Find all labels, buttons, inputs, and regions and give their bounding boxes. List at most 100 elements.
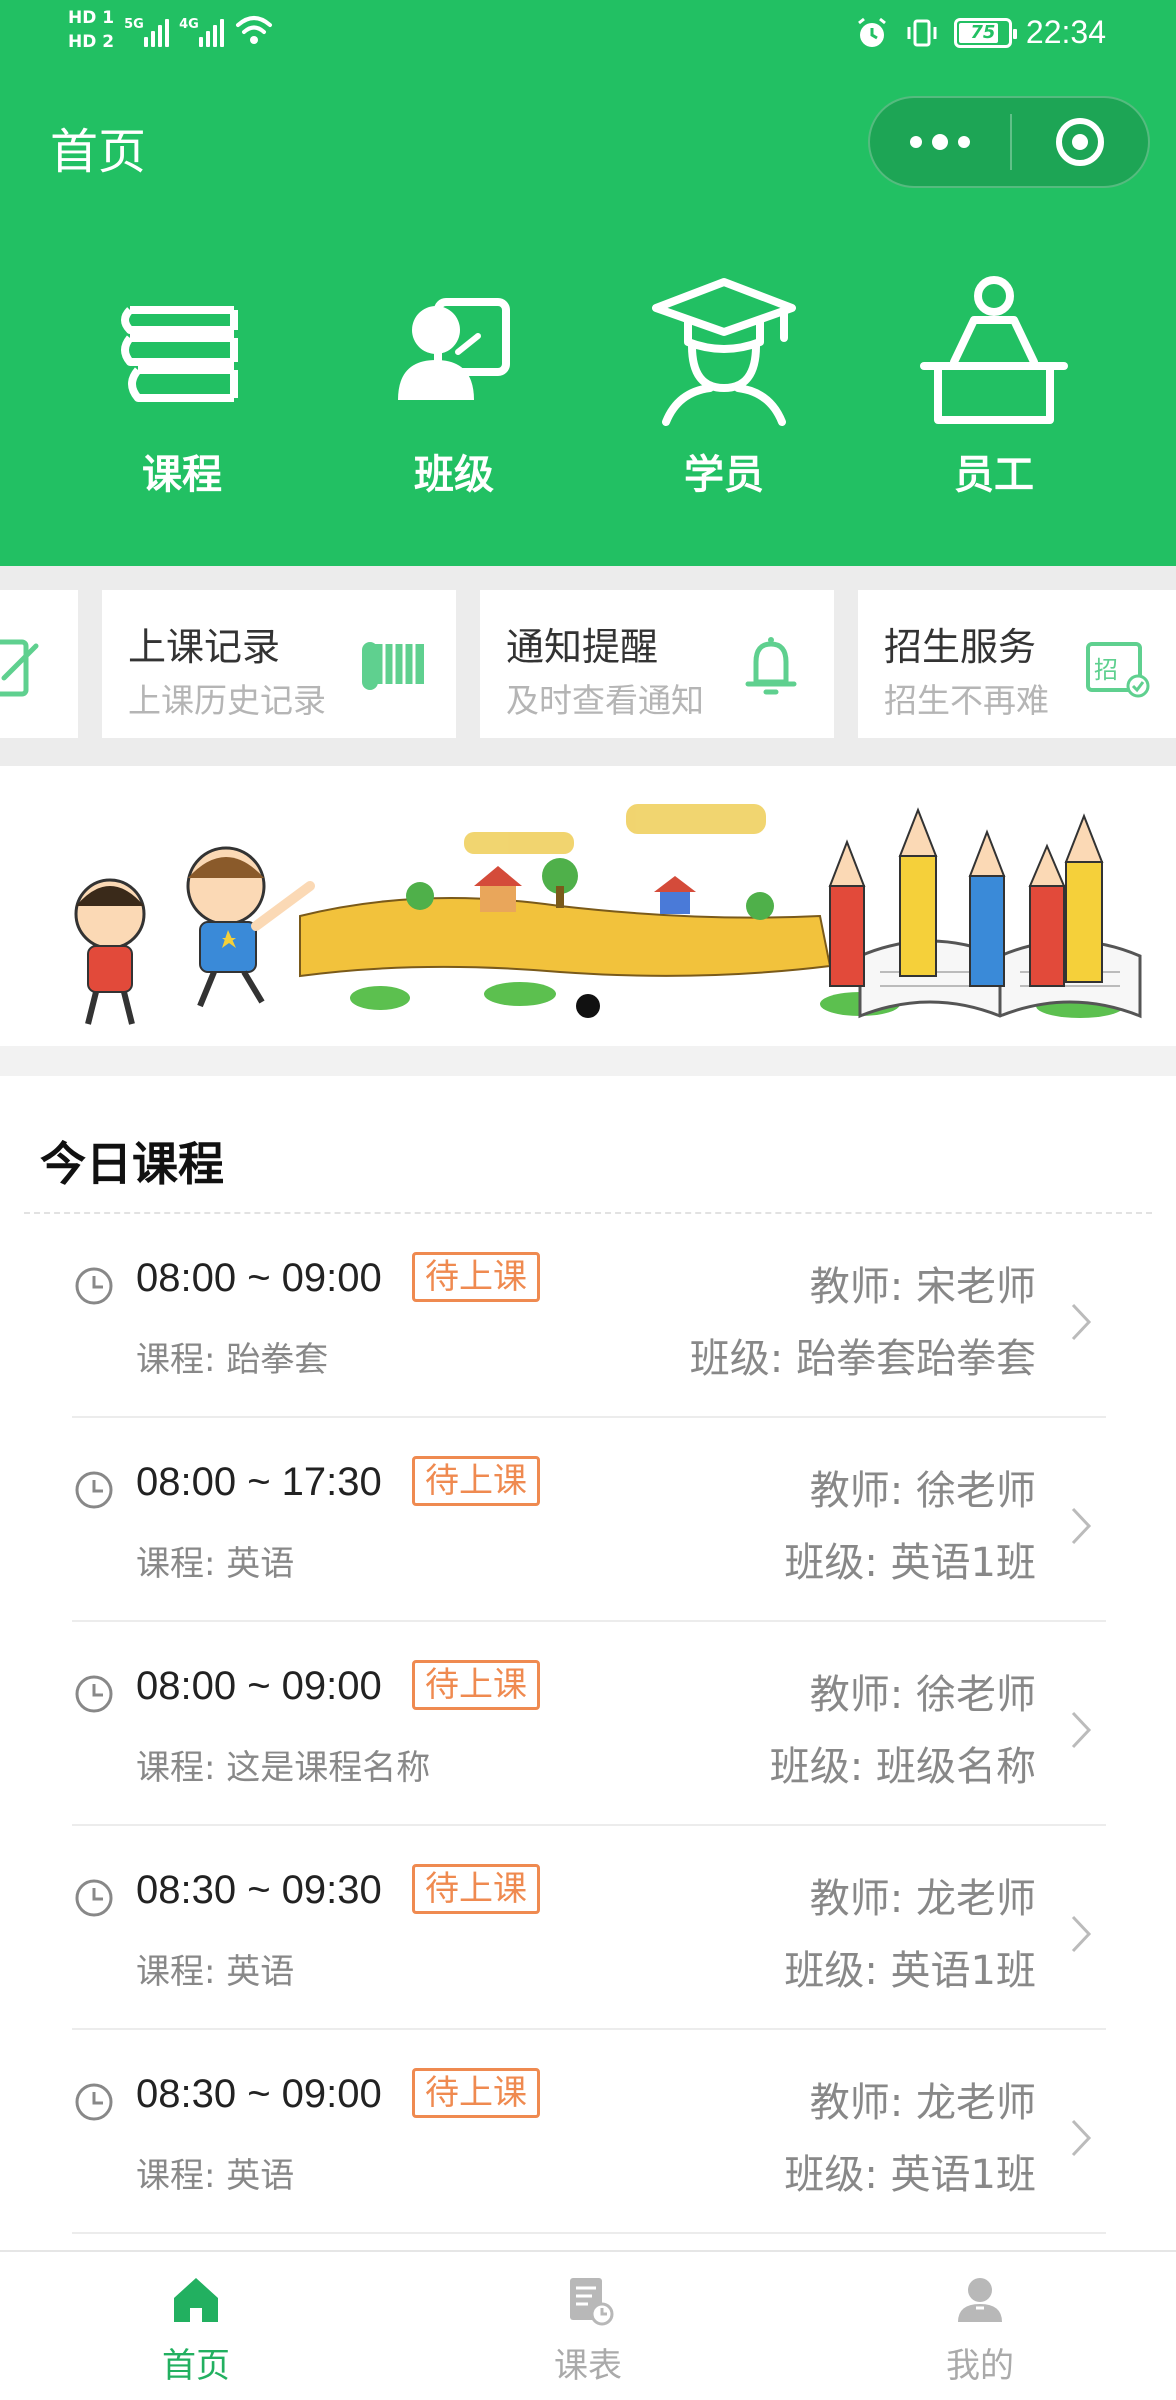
course-name: 课程: 英语 xyxy=(136,2156,295,2196)
status-right: 75 22:34 xyxy=(854,14,1106,51)
page-title: 首页 xyxy=(50,124,147,180)
course-list: 08:00 ~ 09:00 待上课 课程: 跆拳套 教师: 宋老师 班级: 跆拳… xyxy=(0,1214,1176,2234)
clock-time: 22:34 xyxy=(1025,14,1106,50)
clock-icon xyxy=(75,1471,113,1509)
clock-icon xyxy=(75,1879,113,1917)
bell-icon xyxy=(745,637,797,695)
course-status-badge: 待上课 xyxy=(412,1864,540,1914)
nav-item-student[interactable]: 学员 xyxy=(624,272,824,512)
course-class: 班级: 班级名称 xyxy=(769,1744,1036,1790)
chevron-right-icon xyxy=(1071,1303,1092,1341)
quick-card-subtitle: 招生不再难 xyxy=(884,681,1049,720)
promo-banner[interactable] xyxy=(0,766,1176,1046)
kids-figure xyxy=(74,846,315,1025)
vibrate-icon xyxy=(907,19,937,46)
more-dot-icon xyxy=(958,136,970,148)
hd2-indicator: HD 2 xyxy=(68,32,115,52)
quick-card-notification[interactable]: 通知提醒 及时查看通知 xyxy=(480,590,834,738)
nav-label-staff: 员工 xyxy=(954,452,1034,498)
course-class: 班级: 英语1班 xyxy=(784,2152,1036,2198)
clock-icon xyxy=(75,1267,113,1305)
battery-level: 75 xyxy=(970,22,996,43)
course-teacher: 教师: 龙老师 xyxy=(809,1876,1036,1922)
course-row[interactable]: 08:30 ~ 09:00 待上课 课程: 英语 教师: 龙老师 班级: 英语1… xyxy=(72,2030,1106,2234)
chevron-right-icon xyxy=(1071,2119,1092,2157)
course-teacher: 教师: 徐老师 xyxy=(809,1672,1036,1718)
signal-4g-icon: 4G xyxy=(179,13,225,47)
clock-icon xyxy=(75,2083,113,2121)
status-left: HD 1 HD 2 5G 4G xyxy=(68,8,274,52)
mini-program-capsule xyxy=(868,96,1150,188)
record-icon xyxy=(362,642,424,690)
svg-text:招: 招 xyxy=(1094,656,1118,684)
schedule-icon xyxy=(570,2278,614,2326)
course-name: 课程: 这是课程名称 xyxy=(136,1748,431,1788)
profile-icon xyxy=(958,2278,1002,2322)
chevron-right-icon xyxy=(1071,1507,1092,1545)
nav-label-course: 课程 xyxy=(142,452,222,498)
class-board-icon xyxy=(398,298,510,400)
course-row[interactable]: 08:30 ~ 09:30 待上课 课程: 英语 教师: 龙老师 班级: 英语1… xyxy=(72,1826,1106,2030)
course-time: 08:30 ~ 09:30 xyxy=(136,1868,382,1912)
course-teacher: 教师: 龙老师 xyxy=(809,2080,1036,2126)
book-stack-icon xyxy=(121,306,238,402)
course-status-badge: 待上课 xyxy=(412,1456,540,1506)
close-mini-program-button[interactable] xyxy=(1012,98,1148,186)
hd1-indicator: HD 1 xyxy=(68,8,115,28)
banner-indicator-dot[interactable] xyxy=(576,994,600,1018)
more-menu-button[interactable] xyxy=(870,98,1010,186)
section-title: 今日课程 xyxy=(40,1137,224,1191)
course-row[interactable]: 08:00 ~ 09:00 待上课 课程: 跆拳套 教师: 宋老师 班级: 跆拳… xyxy=(72,1214,1106,1418)
more-dot-icon xyxy=(910,136,922,148)
course-name: 课程: 英语 xyxy=(136,1952,295,1992)
nav-label-student: 学员 xyxy=(684,452,764,498)
battery-icon: 75 xyxy=(953,17,1017,48)
quick-card-subtitle: 上课历史记录 xyxy=(128,681,326,720)
quick-card-class-record[interactable]: 上课记录 上课历史记录 xyxy=(102,590,456,738)
tab-home[interactable]: 首页 xyxy=(0,2252,392,2400)
course-name: 课程: 跆拳套 xyxy=(136,1340,329,1380)
net1-label: 5G xyxy=(124,17,144,32)
nav-item-course[interactable]: 课程 xyxy=(82,272,282,512)
net2-label: 4G xyxy=(179,17,199,32)
staff-desk-icon xyxy=(920,276,1068,424)
course-time: 08:30 ~ 09:00 xyxy=(136,2072,382,2116)
course-time: 08:00 ~ 09:00 xyxy=(136,1664,382,1708)
tab-schedule[interactable]: 课表 xyxy=(392,2252,784,2400)
quick-card-partial[interactable] xyxy=(0,590,78,738)
chevron-right-icon xyxy=(1071,1915,1092,1953)
more-dot-icon xyxy=(932,134,948,150)
clock-icon xyxy=(75,1675,113,1713)
course-row[interactable]: 08:00 ~ 09:00 待上课 课程: 这是课程名称 教师: 徐老师 班级:… xyxy=(72,1622,1106,1826)
quick-card-title: 招生服务 xyxy=(884,625,1037,669)
nav-item-class[interactable]: 班级 xyxy=(354,272,554,512)
quick-card-enroll[interactable]: 招生服务 招生不再难 招 xyxy=(858,590,1176,738)
quick-card-title: 上课记录 xyxy=(128,625,281,669)
course-class: 班级: 跆拳套跆拳套 xyxy=(689,1336,1036,1382)
tab-profile[interactable]: 我的 xyxy=(784,2252,1176,2400)
status-bar: HD 1 HD 2 5G 4G 75 22:34 xyxy=(0,0,1176,74)
main-nav: 课程 班级 学员 员工 xyxy=(0,216,1176,566)
target-icon xyxy=(1056,118,1104,166)
course-class: 班级: 英语1班 xyxy=(784,1948,1036,1994)
course-row[interactable]: 08:00 ~ 17:30 待上课 课程: 英语 教师: 徐老师 班级: 英语1… xyxy=(72,1418,1106,1622)
home-icon xyxy=(174,2278,218,2322)
signal-5g-icon: 5G xyxy=(124,13,170,47)
quick-card-title: 通知提醒 xyxy=(506,625,659,669)
course-status-badge: 待上课 xyxy=(412,2068,540,2118)
course-time: 08:00 ~ 09:00 xyxy=(136,1256,382,1300)
tab-label-schedule: 课表 xyxy=(554,2346,622,2386)
chevron-right-icon xyxy=(1071,1711,1092,1749)
course-class: 班级: 英语1班 xyxy=(784,1540,1036,1586)
course-teacher: 教师: 宋老师 xyxy=(809,1264,1036,1310)
enroll-icon: 招 xyxy=(1086,642,1150,698)
tab-label-profile: 我的 xyxy=(946,2346,1014,2386)
today-courses-section: 今日课程 08:00 ~ 09:00 待上课 课程: 跆拳套 教师: 宋老师 班… xyxy=(0,1076,1176,2252)
nav-item-staff[interactable]: 员工 xyxy=(894,272,1094,512)
edit-note-icon xyxy=(0,639,39,697)
course-teacher: 教师: 徐老师 xyxy=(809,1468,1036,1514)
quick-card-subtitle: 及时查看通知 xyxy=(506,681,704,720)
tab-label-home: 首页 xyxy=(162,2346,230,2386)
nav-label-class: 班级 xyxy=(414,452,494,498)
tab-bar: 首页 课表 我的 xyxy=(0,2250,1176,2400)
